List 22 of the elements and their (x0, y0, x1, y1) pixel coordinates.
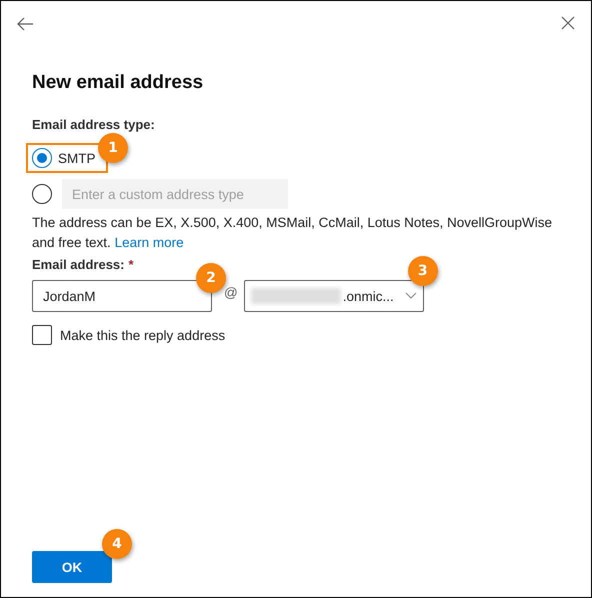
dialog-title: New email address (32, 72, 204, 95)
radio-label: SMTP (58, 150, 96, 166)
callout-badge: 3 (408, 256, 438, 286)
custom-type-field[interactable]: Enter a custom address type (62, 179, 288, 209)
callout-badge: 1 (98, 133, 128, 163)
radio-button[interactable] (32, 184, 52, 204)
callout-badge: 2 (196, 263, 226, 293)
help-text: The address can be EX, X.500, X.400, MSMail, CcMail, Lotus Notes, NovellGroupWise and free text. Learn more (32, 214, 553, 252)
close-icon[interactable] (560, 15, 576, 31)
field-label: Email address type: (32, 117, 156, 133)
callout-badge: 4 (102, 529, 132, 559)
chevron-down-icon (404, 292, 417, 300)
ok-button[interactable]: OK (32, 551, 112, 583)
back-arrow-icon[interactable] (16, 15, 34, 33)
radio-button[interactable] (32, 148, 52, 168)
checkbox[interactable] (32, 325, 52, 345)
learn-more-link[interactable]: Learn more (114, 235, 184, 250)
field-label: Email address: (32, 257, 124, 273)
checkbox-label: Make this the reply address (60, 328, 226, 342)
at-sign: @ (224, 284, 238, 300)
required-mark: * (128, 257, 134, 273)
domain-dropdown[interactable]: .onmic... (244, 280, 424, 312)
